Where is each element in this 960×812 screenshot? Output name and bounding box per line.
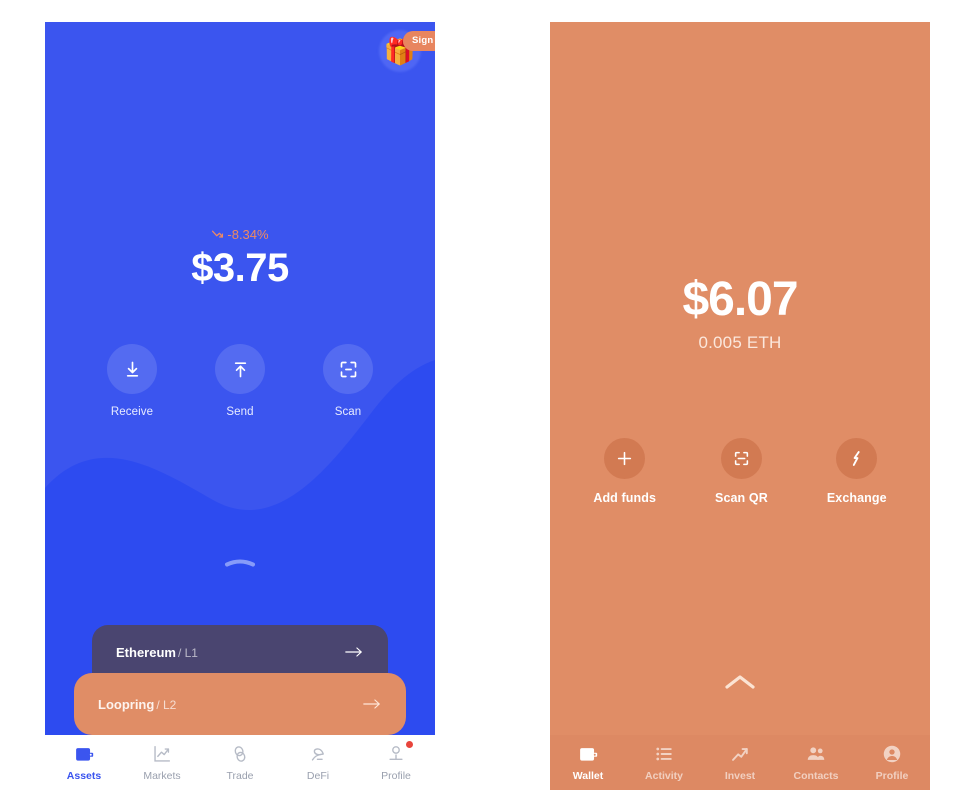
nav-item-markets[interactable]: Markets (123, 743, 201, 782)
right-balance-block: $6.07 0.005 ETH (550, 273, 930, 353)
scan-qr-label: Scan QR (715, 491, 768, 505)
nav-item-activity[interactable]: Activity (626, 743, 702, 782)
change-percent: -8.34% (227, 227, 269, 242)
nav-label-profile: Profile (875, 770, 909, 782)
scan-circle (323, 344, 373, 394)
left-balance-block: -8.34% $3.75 (45, 227, 435, 291)
right-crypto-amount: 0.005 ETH (698, 332, 782, 352)
left-action-row: Receive Send Scan (45, 344, 435, 418)
loopring-tier: / L2 (156, 697, 177, 712)
nav-label-contacts: Contacts (793, 770, 839, 782)
scan-qr-icon (734, 451, 749, 466)
chevron-up-icon (725, 675, 755, 689)
right-action-row: Add funds Scan QR Exchange (550, 438, 930, 505)
left-total-amount: $3.75 (191, 246, 289, 290)
exchange-button[interactable]: Exchange (827, 438, 887, 505)
nav-label-markets: Markets (143, 770, 181, 782)
nav-label-activity: Activity (645, 770, 683, 782)
screenshot-canvas: 🎁 Sign in -8.34% $3.75 (0, 0, 960, 812)
trend-down-icon (212, 230, 224, 238)
nav-item-invest[interactable]: Invest (702, 743, 778, 782)
ethereum-tier: / L1 (177, 645, 198, 660)
receive-label: Receive (110, 406, 154, 418)
nav-label-profile: Profile (381, 770, 411, 782)
person-icon (389, 746, 403, 761)
exchange-circle (836, 438, 878, 479)
download-arrow-icon (126, 361, 138, 377)
nav-label-defi-trade: Trade (226, 770, 254, 782)
nav-item-profile[interactable]: Profile (357, 741, 435, 782)
arrow-right-icon (363, 699, 380, 709)
nav-item-profile[interactable]: Profile (854, 743, 930, 782)
sign-in-button[interactable]: Sign in (403, 31, 435, 51)
balance-change: -8.34% (211, 227, 269, 242)
exchange-label: Exchange (826, 491, 887, 505)
send-button[interactable]: Send (215, 344, 265, 418)
defi-leaf-icon (311, 748, 324, 761)
scan-label: Scan (334, 406, 362, 418)
left-bottom-nav: Assets Markets Trade DeFi Profile (45, 735, 435, 790)
loopring-card-title: Loopring / L2 (98, 697, 176, 712)
network-card-loopring[interactable]: Loopring / L2 (74, 673, 406, 735)
nav-item-defi[interactable]: DeFi (279, 743, 357, 782)
plus-icon (618, 451, 632, 466)
ethereum-card-title: Ethereum / L1 (116, 645, 198, 660)
right-phone-mockup: $6.07 0.005 ETH Add funds Scan QR Exchan… (550, 22, 930, 790)
right-total-amount: $6.07 (682, 273, 798, 326)
scan-qr-circle (720, 438, 762, 479)
chart-line-icon (154, 745, 171, 762)
nav-item-wallet[interactable]: Wallet (550, 743, 626, 782)
loopring-name: Loopring (98, 696, 155, 712)
people-icon (807, 747, 825, 760)
nav-label-invest: Invest (724, 770, 756, 782)
nav-label-wallet: Wallet (572, 770, 604, 782)
wallet-icon (580, 748, 598, 761)
scan-button[interactable]: Scan (323, 344, 373, 418)
drag-handle-chevron-icon (225, 559, 255, 567)
nav-label-assets: Assets (66, 770, 102, 782)
ethereum-name: Ethereum (116, 644, 176, 660)
send-circle (215, 344, 265, 394)
expand-handle[interactable] (723, 672, 757, 694)
receive-button[interactable]: Receive (107, 344, 157, 418)
left-header: 🎁 Sign in (379, 30, 435, 72)
avatar-circle-icon (883, 745, 901, 763)
profile-notification-badge (406, 741, 413, 748)
scan-frame-icon (340, 361, 356, 377)
exchange-swap-icon (853, 451, 860, 466)
receive-circle (107, 344, 157, 394)
drag-handle[interactable] (223, 555, 257, 567)
nav-label-defi: DeFi (306, 770, 330, 782)
scan-qr-button[interactable]: Scan QR (715, 438, 768, 505)
nav-item-contacts[interactable]: Contacts (778, 743, 854, 782)
left-phone-mockup: 🎁 Sign in -8.34% $3.75 (45, 22, 435, 790)
network-card-ethereum[interactable]: Ethereum / L1 (92, 625, 388, 679)
nav-item-trade[interactable]: Trade (201, 743, 279, 782)
add-funds-button[interactable]: Add funds (593, 438, 656, 505)
right-bottom-nav: Wallet Activity Invest Contacts Profile (550, 735, 930, 790)
trade-rings-icon (234, 746, 246, 762)
add-funds-label: Add funds (593, 491, 657, 505)
trending-up-icon (732, 748, 748, 761)
upload-arrow-icon (234, 361, 246, 377)
list-icon (656, 747, 672, 761)
add-funds-circle (604, 438, 646, 479)
send-label: Send (226, 406, 254, 418)
arrow-right-icon (345, 647, 362, 657)
wallet-icon (76, 748, 94, 761)
nav-item-assets[interactable]: Assets (45, 743, 123, 782)
network-card-stack: Ethereum / L1 Loopring / L2 (45, 625, 435, 735)
